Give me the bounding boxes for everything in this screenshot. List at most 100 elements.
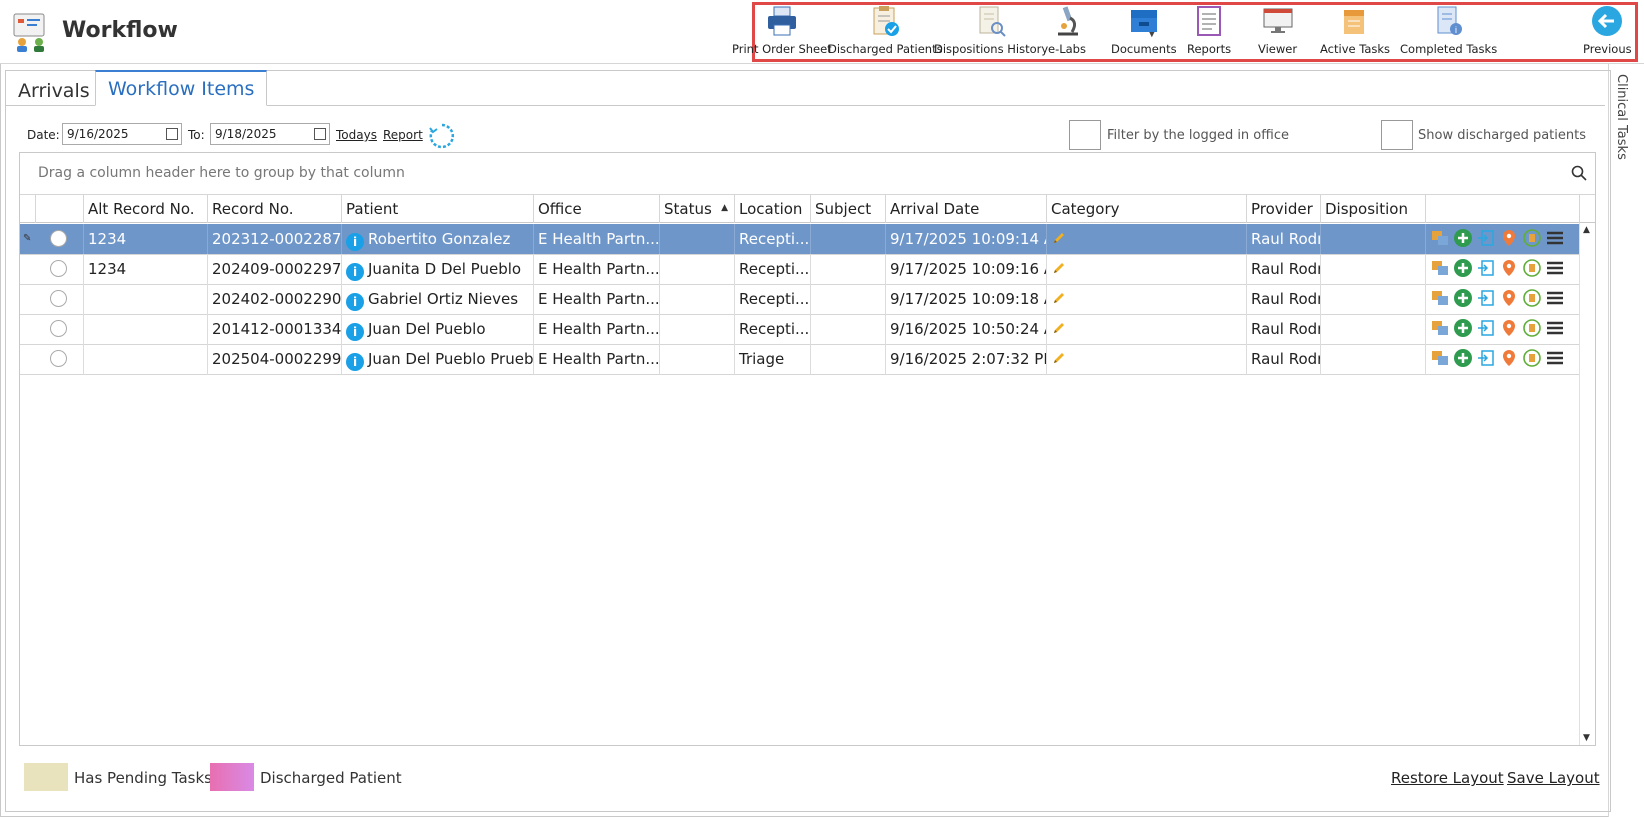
add-circle-icon[interactable] xyxy=(1453,318,1473,338)
row-select-radio[interactable] xyxy=(50,350,67,367)
merge-images-icon[interactable] xyxy=(1430,258,1450,278)
previous-button[interactable]: Previous xyxy=(1583,4,1632,56)
sign-in-icon[interactable] xyxy=(1476,288,1496,308)
save-layout-link[interactable]: Save Layout xyxy=(1507,769,1600,787)
sign-in-icon[interactable] xyxy=(1476,228,1496,248)
restore-layout-link[interactable]: Restore Layout xyxy=(1391,769,1504,787)
location-pin-icon[interactable] xyxy=(1499,258,1519,278)
history-icon[interactable] xyxy=(1522,288,1542,308)
cell-category[interactable] xyxy=(1047,284,1247,315)
cell-category[interactable] xyxy=(1047,344,1247,375)
vertical-scrollbar[interactable]: ▲ ▼ xyxy=(1579,223,1595,745)
row-select-radio[interactable] xyxy=(50,290,67,307)
pencil-icon[interactable] xyxy=(1051,290,1067,306)
filter-office-checkbox[interactable] xyxy=(1069,120,1101,150)
select-column-header[interactable] xyxy=(36,195,84,223)
cell-select[interactable] xyxy=(36,254,84,285)
cell-select[interactable] xyxy=(36,284,84,315)
cell-category[interactable] xyxy=(1047,314,1247,345)
menu-icon[interactable] xyxy=(1545,318,1565,338)
info-icon[interactable]: i xyxy=(346,293,364,311)
table-row[interactable]: 202504-0002299 i Juan Del Pueblo Prueba E H… xyxy=(20,344,1580,375)
info-icon[interactable]: i xyxy=(346,353,364,371)
add-circle-icon[interactable] xyxy=(1453,228,1473,248)
cell-patient[interactable]: i Robertito Gonzalez xyxy=(342,224,534,255)
menu-icon[interactable] xyxy=(1545,288,1565,308)
column-header-office[interactable]: Office xyxy=(534,195,660,223)
cell-patient[interactable]: i Juan Del Pueblo xyxy=(342,314,534,345)
table-row[interactable]: 202402-0002290 i Gabriel Ortiz Nieves E Hea… xyxy=(20,284,1580,315)
column-header-alt-record[interactable]: Alt Record No. xyxy=(84,195,208,223)
tab-workflow-items[interactable]: Workflow Items xyxy=(95,70,268,106)
e-labs-button[interactable]: e-Labs xyxy=(1048,4,1086,56)
pencil-icon[interactable] xyxy=(1051,320,1067,336)
menu-icon[interactable] xyxy=(1545,348,1565,368)
column-header-record[interactable]: Record No. xyxy=(208,195,342,223)
cell-category[interactable] xyxy=(1047,254,1247,285)
menu-icon[interactable] xyxy=(1545,258,1565,278)
column-header-location[interactable]: Location xyxy=(735,195,811,223)
add-circle-icon[interactable] xyxy=(1453,288,1473,308)
sign-in-icon[interactable] xyxy=(1476,318,1496,338)
info-icon[interactable]: i xyxy=(346,233,364,251)
column-header-category[interactable]: Category xyxy=(1047,195,1247,223)
cell-select[interactable] xyxy=(36,314,84,345)
history-icon[interactable] xyxy=(1522,348,1542,368)
location-pin-icon[interactable] xyxy=(1499,318,1519,338)
print-order-sheet-button[interactable]: Print Order Sheet xyxy=(732,4,832,56)
location-pin-icon[interactable] xyxy=(1499,348,1519,368)
pencil-icon[interactable] xyxy=(1051,350,1067,366)
location-pin-icon[interactable] xyxy=(1499,228,1519,248)
clinical-tasks-label[interactable]: Clinical Tasks xyxy=(1614,74,1629,160)
completed-tasks-button[interactable]: i Completed Tasks xyxy=(1400,4,1497,56)
sign-in-icon[interactable] xyxy=(1476,348,1496,368)
dispositions-history-button[interactable]: Dispositions History xyxy=(934,4,1048,56)
search-icon[interactable] xyxy=(1571,165,1587,181)
sign-in-icon[interactable] xyxy=(1476,258,1496,278)
discharged-patients-button[interactable]: Discharged Patients xyxy=(828,4,943,56)
group-by-panel[interactable]: Drag a column header here to group by th… xyxy=(20,153,1595,195)
date-to-input[interactable]: 9/18/2025 xyxy=(210,123,330,145)
tab-arrivals[interactable]: Arrivals xyxy=(6,74,102,110)
row-select-radio[interactable] xyxy=(50,260,67,277)
add-circle-icon[interactable] xyxy=(1453,348,1473,368)
pencil-icon[interactable] xyxy=(1051,260,1067,276)
merge-images-icon[interactable] xyxy=(1430,288,1450,308)
column-header-disposition[interactable]: Disposition xyxy=(1321,195,1426,223)
todays-link[interactable]: Todays xyxy=(336,128,377,142)
location-pin-icon[interactable] xyxy=(1499,288,1519,308)
merge-images-icon[interactable] xyxy=(1430,318,1450,338)
scroll-up-icon[interactable]: ▲ xyxy=(1583,225,1590,235)
table-row[interactable]: 1234 202409-0002297 i Juanita D Del Pueblo E… xyxy=(20,254,1580,285)
history-icon[interactable] xyxy=(1522,258,1542,278)
table-row[interactable]: 201412-0001334 i Juan Del Pueblo E Health P… xyxy=(20,314,1580,345)
row-select-radio[interactable] xyxy=(50,320,67,337)
cell-category[interactable] xyxy=(1047,224,1247,255)
documents-button[interactable]: Documents xyxy=(1111,4,1177,56)
clinical-tasks-panel[interactable] xyxy=(1608,64,1644,817)
add-circle-icon[interactable] xyxy=(1453,258,1473,278)
show-discharged-checkbox[interactable] xyxy=(1381,120,1413,150)
cell-select[interactable] xyxy=(36,224,84,255)
report-link[interactable]: Report xyxy=(383,128,423,142)
table-row[interactable]: ✎ 1234 202312-0002287 i Robertito Gonzalez E … xyxy=(20,224,1580,255)
cell-patient[interactable]: i Juanita D Del Pueblo xyxy=(342,254,534,285)
calendar-icon[interactable] xyxy=(166,128,178,140)
info-icon[interactable]: i xyxy=(346,323,364,341)
menu-icon[interactable] xyxy=(1545,228,1565,248)
reports-button[interactable]: Reports xyxy=(1187,4,1231,56)
scroll-down-icon[interactable]: ▼ xyxy=(1583,733,1590,743)
calendar-icon[interactable] xyxy=(314,128,326,140)
history-icon[interactable] xyxy=(1522,318,1542,338)
merge-images-icon[interactable] xyxy=(1430,348,1450,368)
row-select-radio[interactable] xyxy=(50,230,67,247)
viewer-button[interactable]: Viewer xyxy=(1258,4,1297,56)
pencil-icon[interactable] xyxy=(1051,230,1067,246)
column-header-provider[interactable]: Provider xyxy=(1247,195,1321,223)
column-header-subject[interactable]: Subject xyxy=(811,195,886,223)
column-header-status[interactable]: Status ▲ xyxy=(660,195,735,223)
column-header-arrival-date[interactable]: Arrival Date xyxy=(886,195,1047,223)
active-tasks-button[interactable]: Active Tasks xyxy=(1320,4,1390,56)
info-icon[interactable]: i xyxy=(346,263,364,281)
merge-images-icon[interactable] xyxy=(1430,228,1450,248)
